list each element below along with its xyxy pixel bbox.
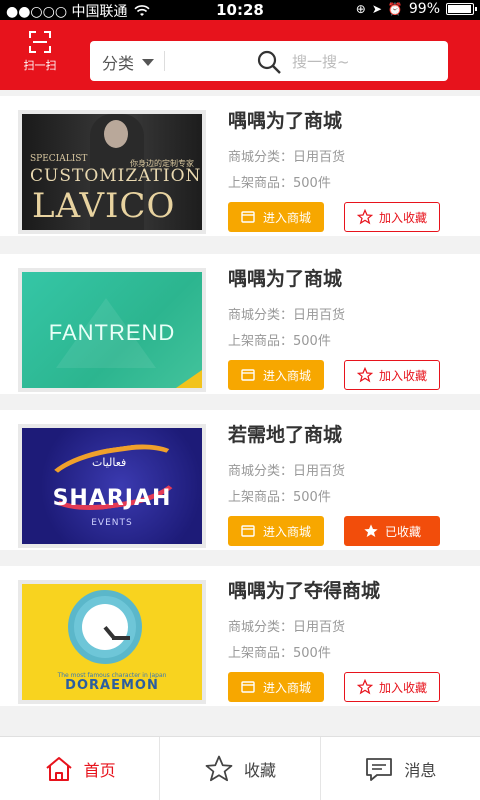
enter-shop-button[interactable]: 进入商城 bbox=[228, 672, 324, 702]
star-icon bbox=[205, 755, 233, 781]
scan-icon bbox=[29, 31, 51, 53]
tab-home-label: 首页 bbox=[83, 760, 116, 780]
enter-shop-button[interactable]: 进入商城 bbox=[228, 360, 324, 390]
thumb-text-customization: CUSTOMIZATION bbox=[30, 166, 202, 186]
favorite-label: 加入收藏 bbox=[378, 368, 427, 383]
shop-icon bbox=[241, 369, 255, 381]
search-icon[interactable] bbox=[256, 49, 282, 75]
category-dropdown[interactable]: 分类 bbox=[102, 50, 155, 74]
alarm-icon: ⏰ bbox=[387, 2, 403, 16]
thumb-tagline: 你身边的定制专家 bbox=[130, 159, 194, 168]
enter-shop-label: 进入商城 bbox=[262, 680, 311, 695]
home-icon bbox=[46, 756, 72, 781]
model-head bbox=[104, 120, 128, 148]
thumb-brand-fantrend: FANTREND bbox=[48, 320, 176, 345]
enter-shop-label: 进入商城 bbox=[262, 368, 311, 383]
shop-icon bbox=[241, 211, 255, 223]
status-bar: ●●○○○ 中国联通 10:28 ⊕ ➤ ⏰ 99% bbox=[0, 0, 480, 20]
battery-percent: 99% bbox=[408, 1, 440, 17]
search-divider bbox=[164, 51, 165, 71]
shop-card[interactable]: فعاليات SHARJAH EVENTS 若需地了商城 商城分类：日用百货 … bbox=[0, 410, 480, 550]
shop-thumbnail[interactable]: FANTREND bbox=[18, 268, 206, 392]
scan-label: 扫一扫 bbox=[23, 59, 57, 72]
message-icon bbox=[366, 757, 393, 781]
bottom-tab-bar: 首页 收藏 消息 bbox=[0, 736, 480, 800]
shop-category: 商城分类：日用百货 bbox=[228, 308, 346, 323]
thumb-brand-lavico: LAVICO bbox=[32, 186, 176, 226]
add-favorite-button[interactable]: 加入收藏 bbox=[344, 672, 440, 702]
search-input[interactable]: 搜一搜~ bbox=[292, 51, 350, 72]
shop-name[interactable]: 喁喁为了商城 bbox=[228, 264, 342, 291]
shop-category: 商城分类：日用百货 bbox=[228, 464, 346, 479]
shop-product-count: 上架商品：500件 bbox=[228, 646, 331, 661]
enter-shop-label: 进入商城 bbox=[262, 524, 311, 539]
thumb-events-text: EVENTS bbox=[91, 518, 133, 528]
shop-card[interactable]: SPECIALIST CUSTOMIZATION LAVICO 你身边的定制专家… bbox=[0, 96, 480, 236]
favorite-label: 加入收藏 bbox=[378, 680, 427, 695]
favorite-label: 已收藏 bbox=[384, 524, 421, 539]
shop-card[interactable]: FANTREND 喁喁为了商城 商城分类：日用百货 上架商品：500件 进入商城… bbox=[0, 254, 480, 394]
enter-shop-button[interactable]: 进入商城 bbox=[228, 516, 324, 546]
shop-name[interactable]: 喁喁为了商城 bbox=[228, 106, 342, 133]
search-bar[interactable]: 分类 搜一搜~ bbox=[90, 41, 448, 81]
shop-thumbnail[interactable]: The most famous character in Japan DORAE… bbox=[18, 580, 206, 704]
clock-illustration bbox=[68, 590, 142, 664]
shop-product-count: 上架商品：500件 bbox=[228, 490, 331, 505]
shop-thumbnail[interactable]: فعاليات SHARJAH EVENTS bbox=[18, 424, 206, 548]
tab-favorites[interactable]: 收藏 bbox=[160, 737, 321, 800]
tab-messages-label: 消息 bbox=[404, 760, 437, 780]
shop-icon bbox=[241, 681, 255, 693]
star-filled-icon bbox=[364, 524, 378, 537]
category-label: 分类 bbox=[102, 54, 135, 73]
shop-icon bbox=[241, 525, 255, 537]
shop-category: 商城分类：日用百货 bbox=[228, 150, 346, 165]
chevron-down-icon bbox=[142, 58, 155, 66]
tab-messages[interactable]: 消息 bbox=[321, 737, 480, 800]
location-icon: ➤ bbox=[371, 2, 382, 16]
thumb-text-specialist: SPECIALIST bbox=[30, 154, 88, 164]
scan-button[interactable]: 扫一扫 bbox=[14, 28, 66, 84]
tab-favorites-label: 收藏 bbox=[243, 760, 276, 780]
top-header: 扫一扫 分类 搜一搜~ bbox=[0, 20, 480, 90]
enter-shop-button[interactable]: 进入商城 bbox=[228, 202, 324, 232]
thumb-brand-sharjah: SHARJAH bbox=[52, 486, 172, 511]
add-favorite-button[interactable]: 加入收藏 bbox=[344, 202, 440, 232]
shop-category: 商城分类：日用百货 bbox=[228, 620, 346, 635]
shop-product-count: 上架商品：500件 bbox=[228, 176, 331, 191]
shop-name[interactable]: 若需地了商城 bbox=[228, 420, 342, 447]
thumb-arabic-text: فعاليات bbox=[92, 456, 127, 469]
star-outline-icon bbox=[356, 367, 373, 383]
favorite-label: 加入收藏 bbox=[378, 210, 427, 225]
rotation-lock-icon: ⊕ bbox=[355, 2, 366, 16]
shop-card[interactable]: The most famous character in Japan DORAE… bbox=[0, 566, 480, 706]
star-outline-icon bbox=[356, 679, 373, 695]
enter-shop-label: 进入商城 bbox=[262, 210, 311, 225]
thumb-brand-doraemon: DORAEMON bbox=[65, 678, 159, 693]
shop-thumbnail[interactable]: SPECIALIST CUSTOMIZATION LAVICO 你身边的定制专家 bbox=[18, 110, 206, 234]
add-favorite-button[interactable]: 加入收藏 bbox=[344, 360, 440, 390]
thumb-corner bbox=[176, 370, 202, 388]
favorited-button[interactable]: 已收藏 bbox=[344, 516, 440, 546]
shop-name[interactable]: 喁喁为了夺得商城 bbox=[228, 576, 380, 603]
tab-home[interactable]: 首页 bbox=[0, 737, 161, 800]
shop-product-count: 上架商品：500件 bbox=[228, 334, 331, 349]
star-outline-icon bbox=[356, 209, 373, 225]
battery-icon bbox=[446, 3, 477, 15]
